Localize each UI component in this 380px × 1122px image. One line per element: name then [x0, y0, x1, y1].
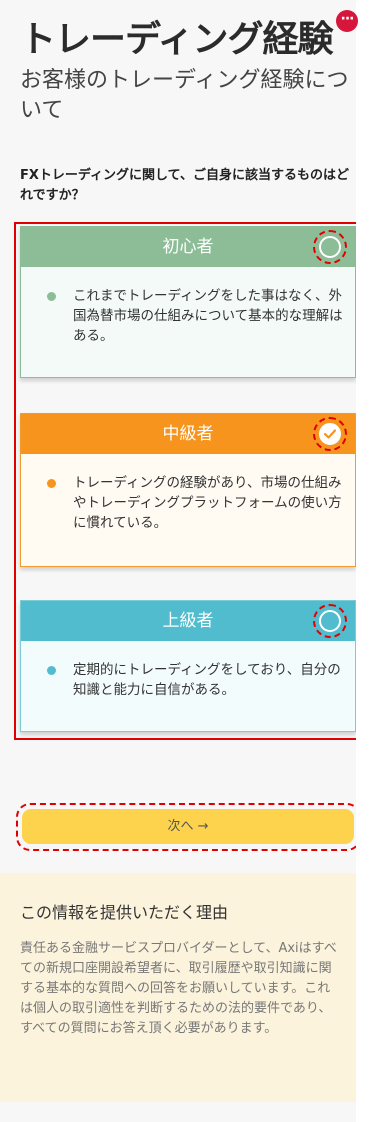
option-description-beginner: これまでトレーディングをした事はなく、外国為替市場の仕組みについて基本的な理解は… [73, 288, 343, 344]
question-text: FXトレーディングに関して、ご自身に該当するものはどれですか？ [20, 168, 349, 203]
radio-annotation-circle [313, 230, 347, 264]
option-label-advanced: 上級者 [162, 611, 214, 631]
page: トレーディング経験 お客様のトレーディング経験について FXトレーディングに関し… [0, 0, 364, 1122]
notification-badge[interactable]: ··· [336, 10, 358, 32]
option-label-intermediate: 中級者 [162, 424, 214, 444]
bullet-dot-icon [47, 666, 56, 675]
page-subtitle: お客様のトレーディング経験について [20, 68, 349, 123]
info-title: この情報を提供いただく理由 [20, 903, 229, 922]
option-header-advanced[interactable]: 上級者 [21, 601, 355, 641]
next-button-annotation: 次へ → [16, 803, 361, 851]
option-card-beginner[interactable]: 初心者 これまでトレーディングをした事はなく、外国為替市場の仕組みについて基本的… [20, 226, 356, 378]
option-body-beginner[interactable]: これまでトレーディングをした事はなく、外国為替市場の仕組みについて基本的な理解は… [21, 267, 355, 377]
option-header-intermediate[interactable]: 中級者 [21, 414, 355, 454]
info-section: この情報を提供いただく理由 責任ある金融サービスプロバイダーとして、Axiはすべ… [0, 873, 356, 1102]
radio-annotation-circle [313, 604, 347, 638]
option-header-beginner[interactable]: 初心者 [21, 227, 355, 267]
next-button[interactable]: 次へ → [22, 809, 354, 844]
page-title: トレーディング経験 [20, 19, 333, 60]
option-description-advanced: 定期的にトレーディングをしており、自分の知識と能力に自信がある。 [73, 662, 341, 698]
info-text: 責任ある金融サービスプロバイダーとして、Axiはすべての新規口座開設希望者に、取… [20, 941, 337, 1036]
option-label-beginner: 初心者 [162, 237, 214, 257]
option-card-advanced[interactable]: 上級者 定期的にトレーディングをしており、自分の知識と能力に自信がある。 [20, 600, 356, 732]
option-body-advanced[interactable]: 定期的にトレーディングをしており、自分の知識と能力に自信がある。 [21, 641, 355, 731]
option-description-intermediate: トレーディングの経験があり、市場の仕組みやトレーディングプラットフォームの使い方… [73, 475, 342, 531]
bullet-dot-icon [47, 292, 56, 301]
radio-annotation-circle [313, 417, 347, 451]
option-card-intermediate[interactable]: 中級者 トレーディングの経験があり、市場の仕組みやトレーディングプラットフォーム… [20, 413, 356, 567]
bullet-dot-icon [47, 479, 56, 488]
option-body-intermediate[interactable]: トレーディングの経験があり、市場の仕組みやトレーディングプラットフォームの使い方… [21, 454, 355, 566]
scrollbar-track [356, 0, 380, 1122]
